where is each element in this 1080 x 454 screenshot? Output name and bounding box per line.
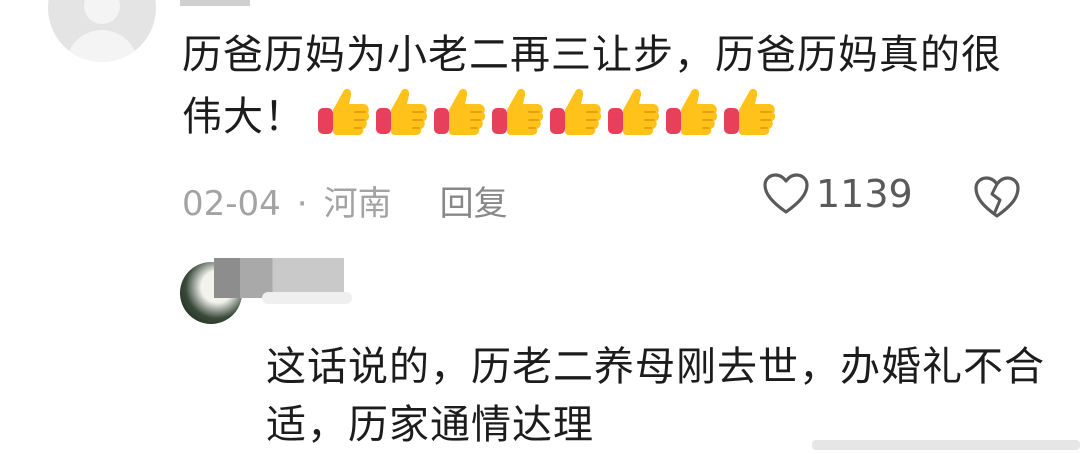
avatar-placeholder-body bbox=[66, 30, 138, 62]
watermark bbox=[812, 440, 1080, 450]
reply-button[interactable]: 回复 bbox=[440, 176, 508, 225]
broken-heart-icon[interactable] bbox=[972, 174, 1022, 220]
commenter-avatar[interactable] bbox=[48, 0, 156, 62]
commenter-name-obscured bbox=[180, 0, 250, 6]
comment-location: 河南 bbox=[323, 184, 392, 224]
avatar-placeholder-head bbox=[84, 0, 120, 24]
comment-meta: 02-04 · 河南 回复 bbox=[182, 176, 508, 225]
meta-separator: · bbox=[296, 184, 308, 224]
reply-body: 这话说的，历老二养母刚去世，办婚礼不合适，历家通情达理 bbox=[266, 344, 1045, 448]
thumbs-up-emoji bbox=[489, 84, 545, 138]
thumbs-up-emoji bbox=[663, 84, 719, 138]
comment-body: 历爸历妈为小老二再三让步，历爸历妈真的很伟大！ bbox=[182, 26, 1022, 154]
thumbs-up-emoji bbox=[605, 84, 661, 138]
thumbs-up-emoji bbox=[547, 84, 603, 138]
thumbs-up-emoji-row bbox=[315, 84, 779, 154]
replier-handle-obscured bbox=[262, 292, 352, 304]
thumbs-up-emoji bbox=[431, 84, 487, 138]
thumbs-up-emoji bbox=[721, 84, 777, 138]
comment-date: 02-04 bbox=[182, 184, 281, 224]
heart-outline-icon bbox=[763, 173, 809, 214]
thumbs-up-emoji bbox=[315, 84, 371, 138]
like-button[interactable]: 1139 bbox=[762, 172, 913, 216]
like-count: 1139 bbox=[816, 172, 913, 216]
thumbs-up-emoji bbox=[373, 84, 429, 138]
